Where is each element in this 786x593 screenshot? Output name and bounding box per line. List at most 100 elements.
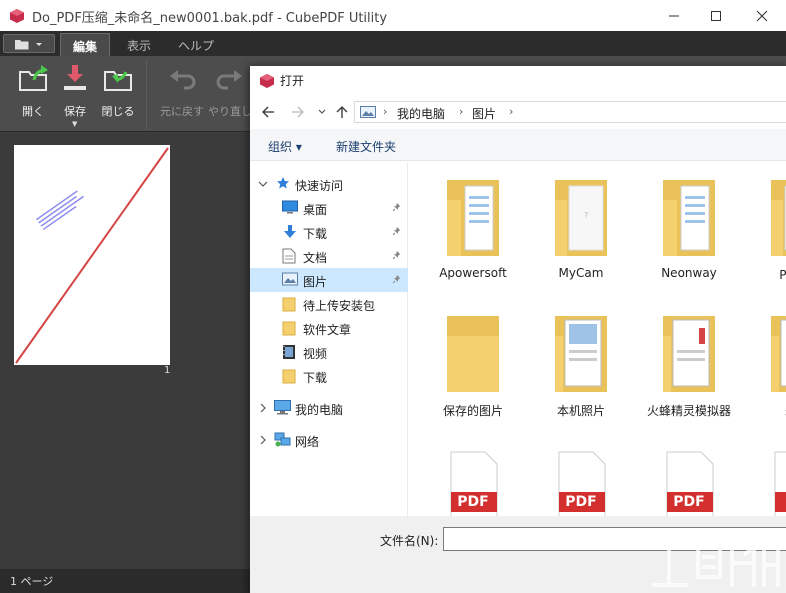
folder-icon: [771, 316, 786, 392]
dialog-command-bar: 组织 ▾ 新建文件夹: [250, 129, 786, 161]
thumbnail-content: [15, 147, 169, 364]
folder-icon: [282, 369, 296, 384]
thumbnail-page-number: 1: [164, 365, 171, 376]
close-button[interactable]: [740, 0, 784, 31]
forward-button[interactable]: [288, 102, 308, 122]
undo-button[interactable]: 元に戻す: [160, 62, 204, 128]
pin-icon[interactable]: [392, 250, 402, 260]
nav-desktop-label: 桌面: [303, 203, 328, 217]
folder-label: 火蜂精灵模拟器: [646, 404, 731, 418]
filename-label: 文件名(N):: [380, 534, 439, 548]
nav-videos-label: 视频: [303, 347, 328, 361]
minimize-icon: [669, 15, 679, 16]
recent-locations-button[interactable]: [312, 102, 332, 122]
folder-item-saved-pictures[interactable]: 保存的图片: [419, 298, 527, 428]
pdf-file-item[interactable]: [743, 434, 786, 516]
pictures-icon: [282, 272, 298, 286]
redo-icon: [216, 70, 242, 90]
pdf-file-item[interactable]: PDF: [527, 434, 635, 516]
pictures-location-icon: [360, 106, 376, 118]
nav-downloads-label: 下载: [303, 227, 328, 241]
svg-text:?: ?: [584, 211, 588, 220]
folder-with-docs-icon: [555, 316, 607, 392]
pdf-file-item[interactable]: PDF: [419, 434, 527, 516]
nav-folder-label: 下载: [303, 371, 328, 385]
folder-item-neonway[interactable]: Neonway: [635, 162, 743, 292]
expand-chevron-right-icon[interactable]: [258, 435, 268, 445]
pdf-file-icon: [774, 451, 786, 516]
redo-button[interactable]: やり直し: [208, 62, 252, 128]
nav-documents[interactable]: 文档: [250, 244, 408, 268]
chevron-down-icon: [318, 109, 326, 114]
nav-network[interactable]: 网络: [250, 428, 408, 452]
folder-with-docs-icon: [663, 180, 715, 256]
nav-desktop[interactable]: 桌面: [250, 196, 408, 220]
pdf-file-item[interactable]: PDF: [635, 434, 743, 516]
breadcrumb-pictures[interactable]: 图片: [472, 105, 496, 122]
nav-pictures[interactable]: 图片: [250, 268, 408, 292]
folder-item-mycam[interactable]: ? MyCam: [527, 162, 635, 292]
nav-downloads[interactable]: 下载: [250, 220, 408, 244]
nav-this-pc-label: 我的电脑: [295, 403, 344, 417]
save-dropdown-icon[interactable]: ▼: [72, 120, 77, 128]
close-file-button[interactable]: 閉じる: [98, 62, 138, 128]
new-folder-button[interactable]: 新建文件夹: [336, 138, 396, 155]
dialog-title: 打开: [280, 74, 305, 88]
folder-item-apowersoft[interactable]: Apowersoft: [419, 162, 527, 292]
folder-icon: [447, 316, 499, 392]
up-folder-button[interactable]: [332, 102, 352, 122]
up-arrow-icon: [336, 106, 348, 118]
window-title: Do_PDF压缩_未命名_new0001.bak.pdf - CubePDF U…: [32, 11, 388, 26]
address-bar: › 我的电脑 › 图片 ›: [250, 96, 786, 128]
document-icon: [282, 248, 296, 264]
folder-item-untitled[interactable]: 未命: [743, 298, 786, 428]
open-button[interactable]: 開く: [13, 62, 53, 128]
organize-button[interactable]: 组织 ▾: [268, 138, 302, 155]
maximize-button[interactable]: [694, 0, 738, 31]
folder-with-docs-icon: [447, 180, 499, 256]
nav-videos[interactable]: 视频: [250, 340, 408, 364]
folder-item-emulator[interactable]: 火蜂精灵模拟器: [635, 298, 743, 428]
minimize-button[interactable]: [652, 0, 696, 31]
expand-chevron-down-icon[interactable]: [258, 179, 268, 189]
forward-arrow-icon: [292, 106, 304, 118]
dialog-app-icon: [260, 73, 274, 92]
address-path-box[interactable]: › 我的电脑 › 图片 ›: [354, 101, 786, 123]
expand-chevron-right-icon[interactable]: [258, 403, 268, 413]
ribbon-tab-strip: 編集 表示 ヘルプ: [0, 31, 786, 56]
navigation-pane: 快速访问 桌面 下载 文档 图片 待上传安装包 软件文章 视频 下载 我的电脑 …: [250, 162, 408, 516]
page-thumbnail[interactable]: [14, 145, 170, 365]
nav-folder-software-articles[interactable]: 软件文章: [250, 316, 408, 340]
dialog-bottom-bar: 文件名(N):: [250, 516, 786, 593]
file-menu-button[interactable]: [3, 34, 55, 53]
folder-with-docs-icon: [663, 316, 715, 392]
nav-folder-downloads[interactable]: 下载: [250, 364, 408, 388]
undo-label: 元に戻す: [160, 105, 204, 118]
tab-view[interactable]: 表示: [115, 33, 163, 56]
nav-pictures-label: 图片: [303, 275, 328, 289]
pin-icon[interactable]: [392, 202, 402, 212]
folder-item-camera-roll[interactable]: 本机照片: [527, 298, 635, 428]
folder-label: 保存的图片: [442, 404, 503, 418]
folder-label: 本机照片: [556, 404, 605, 418]
computer-icon: [274, 400, 291, 415]
nav-quick-access[interactable]: 快速访问: [250, 172, 408, 196]
folder-item-pdf[interactable]: PDF压: [743, 162, 786, 292]
nav-this-pc[interactable]: 我的电脑: [250, 396, 408, 420]
tab-help[interactable]: ヘルプ: [168, 33, 224, 56]
file-list-pane: Apowersoft ? MyCam Neonway P 保存的图片 本机照片 …: [409, 162, 786, 516]
undo-icon: [170, 70, 196, 90]
pin-icon[interactable]: [392, 226, 402, 236]
star-icon: [277, 177, 289, 189]
pin-icon[interactable]: [392, 274, 402, 284]
dialog-title-bar: 打开: [250, 66, 786, 94]
nav-network-label: 网络: [295, 435, 320, 449]
breadcrumb-this-pc[interactable]: 我的电脑: [397, 105, 445, 122]
tab-edit[interactable]: 編集: [60, 33, 110, 56]
save-button[interactable]: 保存 ▼: [55, 62, 95, 128]
filename-input[interactable]: [443, 527, 786, 551]
open-file-dialog: 打开 › 我的电脑 › 图片 › 组织 ▾ 新建文件夹 快速访问 桌面 下载 文…: [250, 66, 786, 593]
save-icon: [64, 65, 86, 90]
back-button[interactable]: [258, 102, 278, 122]
nav-folder-pending-packages[interactable]: 待上传安装包: [250, 292, 408, 316]
